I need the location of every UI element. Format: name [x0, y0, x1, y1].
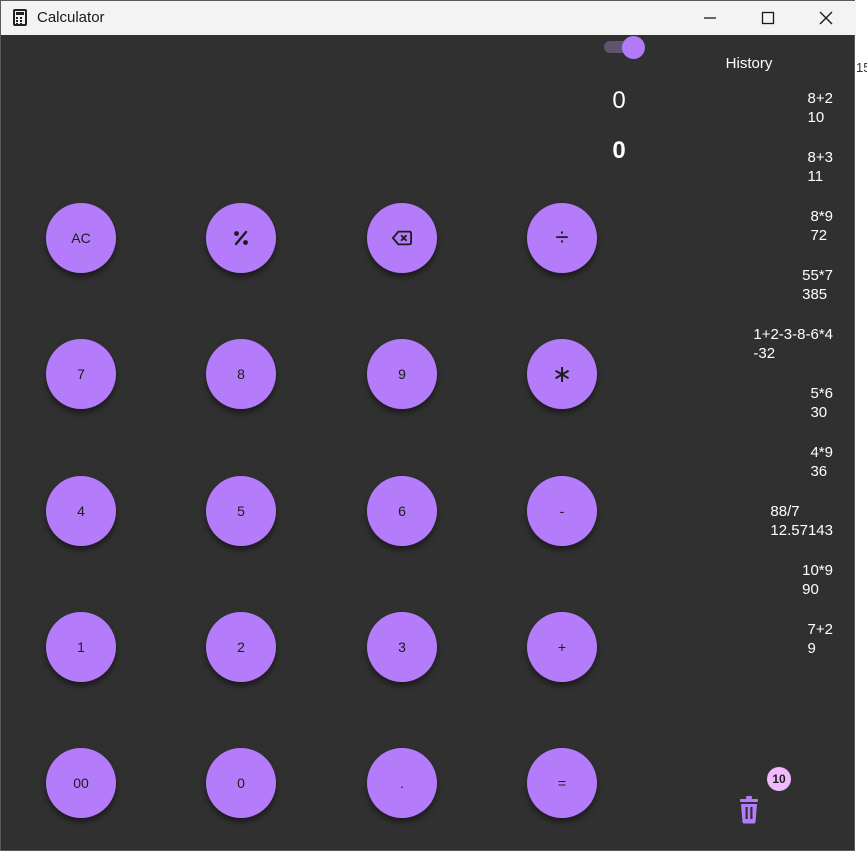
backspace-button[interactable] — [367, 203, 437, 273]
digit-1-button[interactable]: 1 — [46, 612, 116, 682]
key-label: 2 — [237, 639, 245, 655]
close-icon — [819, 11, 833, 25]
history-expression: 1+2-3-8-6*4 — [753, 326, 833, 343]
history-expression: 55*7 — [802, 267, 833, 284]
close-button[interactable] — [797, 1, 855, 35]
digit-8-button[interactable]: 8 — [206, 339, 276, 409]
history-title: History — [725, 55, 773, 72]
key-label: 5 — [237, 503, 245, 519]
digit-2-button[interactable]: 2 — [206, 612, 276, 682]
history-expression: 5*6 — [810, 385, 833, 402]
history-item[interactable]: 1+2-3-8-6*4 -32 — [701, 325, 833, 363]
key-label: 0 — [237, 775, 245, 791]
key-label: . — [400, 775, 404, 791]
percent-icon — [231, 228, 251, 248]
history-result: 30 — [810, 404, 828, 421]
key-label: 00 — [73, 775, 89, 791]
key-label: ∗ — [551, 360, 573, 388]
digit-3-button[interactable]: 3 — [367, 612, 437, 682]
clear-button[interactable]: AC — [46, 203, 116, 273]
title-bar[interactable]: Calculator — [1, 1, 856, 35]
digit-0-button[interactable]: 0 — [206, 748, 276, 818]
history-expression: 8*9 — [810, 208, 833, 225]
key-label: AC — [71, 230, 91, 246]
result-display: 0 — [612, 137, 626, 164]
backspace-icon — [392, 228, 412, 248]
background-window-text: 15 — [856, 60, 867, 75]
history-item[interactable]: 5*6 30 — [701, 384, 833, 422]
key-label: 4 — [77, 503, 85, 519]
history-item[interactable]: 4*9 36 — [701, 443, 833, 481]
history-item[interactable]: 88/7 12.57143 — [701, 502, 833, 540]
key-label: = — [557, 775, 567, 791]
maximize-icon — [761, 11, 775, 25]
history-item[interactable]: 8*9 72 — [701, 207, 833, 245]
key-label: 3 — [398, 639, 406, 655]
trash-icon[interactable] — [736, 796, 762, 824]
key-label: - — [559, 503, 565, 519]
multiply-button[interactable]: ∗ — [527, 339, 597, 409]
toggle-knob — [622, 36, 645, 59]
minimize-button[interactable] — [681, 1, 739, 35]
history-result: 90 — [802, 581, 819, 598]
minimize-icon — [704, 17, 716, 19]
history-expression: 10*9 — [802, 562, 833, 579]
calculator-window: Calculator 0 0 AC ÷ 7 8 9 ∗ 4 5 6-1 2 3 +00 0. = Hist… — [0, 0, 856, 851]
history-result: 385 — [802, 286, 828, 303]
key-label: ÷ — [555, 224, 569, 251]
key-label: 1 — [77, 639, 85, 655]
digit-4-button[interactable]: 4 — [46, 476, 116, 546]
history-item[interactable]: 8+3 11 — [701, 148, 833, 186]
window-title: Calculator — [37, 9, 105, 26]
history-expression: 88/7 — [770, 503, 800, 520]
theme-toggle[interactable] — [604, 36, 645, 59]
expression-display: 0 — [612, 87, 626, 114]
history-result: 36 — [810, 463, 828, 480]
history-item[interactable]: 10*9 90 — [701, 561, 833, 599]
digit-5-button[interactable]: 5 — [206, 476, 276, 546]
digit-6-button[interactable]: 6 — [367, 476, 437, 546]
history-expression: 7+2 — [807, 621, 833, 638]
digit-9-button[interactable]: 9 — [367, 339, 437, 409]
minus-button[interactable]: - — [527, 476, 597, 546]
decimal-button[interactable]: . — [367, 748, 437, 818]
double-zero-button[interactable]: 00 — [46, 748, 116, 818]
history-item[interactable]: 8+2 10 — [701, 89, 833, 127]
calculator-icon — [13, 9, 27, 26]
history-result: 9 — [807, 640, 816, 657]
key-label: 7 — [77, 366, 85, 382]
key-label: 9 — [398, 366, 406, 382]
key-label: 8 — [237, 366, 245, 382]
history-expression: 4*9 — [810, 444, 833, 461]
plus-button[interactable]: + — [527, 612, 597, 682]
digit-7-button[interactable]: 7 — [46, 339, 116, 409]
history-result: 72 — [810, 227, 828, 244]
history-result: -32 — [753, 345, 776, 362]
history-result: 10 — [807, 109, 825, 126]
divide-button[interactable]: ÷ — [527, 203, 597, 273]
key-label: + — [557, 639, 567, 655]
maximize-button[interactable] — [739, 1, 797, 35]
percent-button[interactable] — [206, 203, 276, 273]
equals-button[interactable]: = — [527, 748, 597, 818]
history-item[interactable]: 7+2 9 — [701, 620, 833, 658]
key-label: 6 — [398, 503, 406, 519]
history-item[interactable]: 55*7 385 — [701, 266, 833, 304]
history-expression: 8+2 — [807, 90, 833, 107]
history-expression: 8+3 — [807, 149, 833, 166]
history-result: 12.57143 — [770, 522, 833, 539]
history-count-badge: 10 — [767, 767, 791, 791]
history-result: 11 — [807, 168, 824, 185]
